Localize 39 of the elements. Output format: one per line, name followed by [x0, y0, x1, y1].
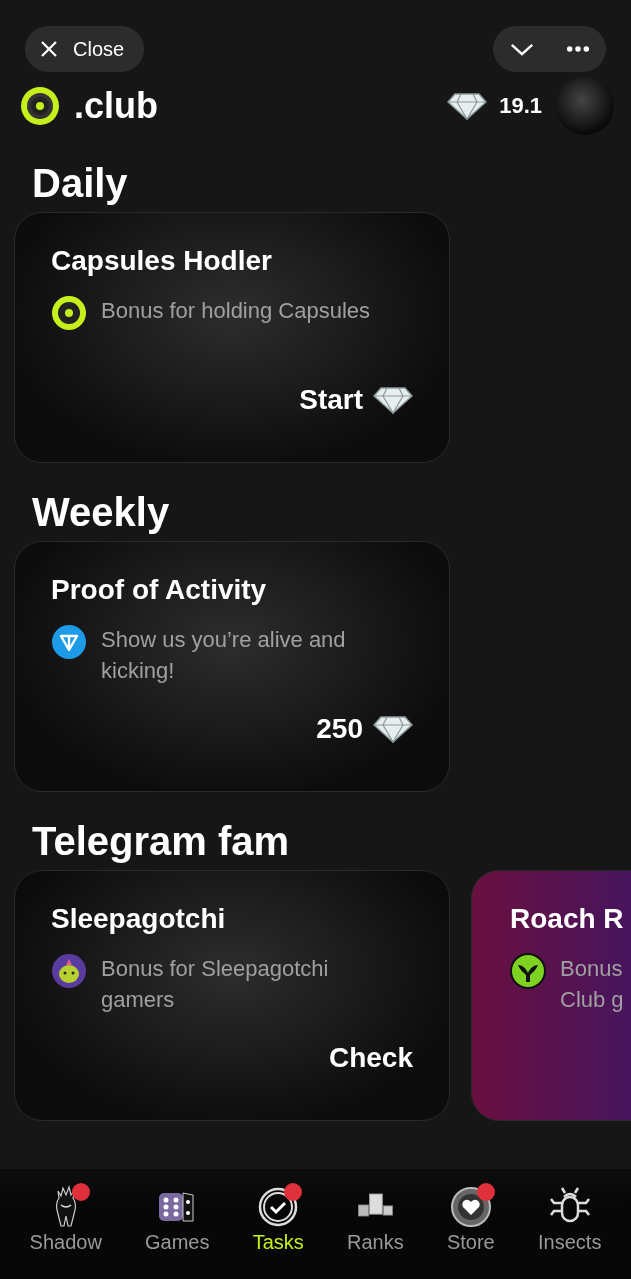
task-description: Bonus for Sleepagotchi gamers — [101, 955, 330, 1014]
nav-tab[interactable]: Insects — [532, 1169, 608, 1279]
task-action[interactable]: Start — [299, 384, 363, 416]
ring-logo-icon — [20, 86, 60, 126]
task-description: Bonus — [560, 955, 624, 983]
diamond-icon — [447, 92, 488, 120]
task-card[interactable]: Proof of Activity Show us you’re alive and kicking! 250 — [14, 541, 450, 792]
nav-tab[interactable]: Games — [139, 1169, 216, 1279]
triangle-logo-icon — [51, 624, 87, 660]
chevron-down-icon[interactable] — [509, 41, 535, 57]
diamond-balance: 19.1 — [499, 93, 542, 119]
section-heading: Daily — [32, 160, 129, 207]
nav-tab[interactable]: Tasks — [246, 1169, 310, 1279]
brand-name: .club — [74, 85, 158, 127]
task-description: Club g — [560, 986, 624, 1014]
alien-logo-icon — [510, 953, 546, 989]
nav-tab[interactable]: Ranks — [340, 1169, 410, 1279]
nav-tab[interactable]: Store — [440, 1169, 501, 1279]
close-icon — [39, 39, 59, 59]
close-button[interactable]: Close — [25, 26, 144, 72]
creature-avatar-icon — [51, 953, 87, 989]
task-title: Sleepagotchi — [51, 903, 227, 935]
more-icon[interactable] — [566, 45, 590, 53]
diamond-icon — [373, 386, 413, 414]
task-title: Proof of Activity — [51, 574, 268, 606]
task-description: Show us you’re alive and kicking! — [101, 626, 347, 685]
task-description: Bonus for holding Capsules — [101, 297, 371, 325]
task-action[interactable]: 250 — [316, 713, 363, 745]
task-card[interactable]: Capsules Hodler Bonus for holding Capsules Start — [14, 212, 450, 463]
task-title: Capsules Hodler — [51, 245, 273, 277]
nav-tab[interactable]: Shadow — [23, 1169, 108, 1279]
diamond-icon — [373, 715, 413, 743]
task-card[interactable]: Sleepagotchi Bonus for Sleepagotchi gamers Check — [14, 870, 450, 1121]
section-heading: Telegram fam — [32, 818, 291, 865]
task-title: Roach R — [510, 903, 625, 935]
task-action[interactable]: Check — [328, 1042, 413, 1074]
section-heading: Weekly — [32, 489, 171, 536]
task-card[interactable]: Roach R Bonus Club g — [471, 870, 631, 1121]
ring-logo-icon — [51, 295, 87, 331]
